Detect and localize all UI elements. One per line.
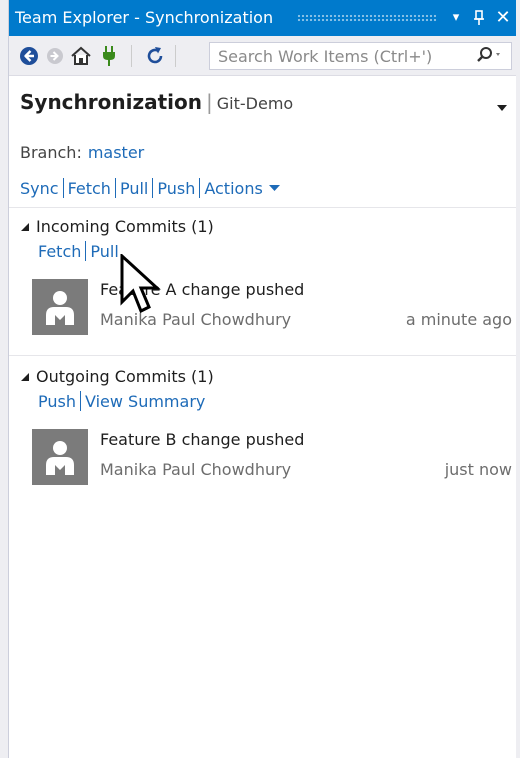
title-bar-grip[interactable]: [297, 14, 437, 22]
incoming-commit-item[interactable]: Feature A change pushed Manika Paul Chow…: [32, 279, 512, 335]
person-icon: [46, 441, 74, 475]
avatar: [32, 279, 88, 335]
divider: [9, 355, 516, 356]
pin-button[interactable]: [469, 0, 489, 36]
outgoing-push-link[interactable]: Push: [38, 392, 76, 411]
incoming-fetch-link[interactable]: Fetch: [38, 242, 81, 261]
home-icon: [71, 46, 91, 65]
back-button[interactable]: [17, 44, 41, 68]
toolbar-separator: [131, 45, 132, 67]
sync-link[interactable]: Sync: [20, 179, 59, 198]
toolbar-separator: [175, 45, 176, 67]
link-separator: [79, 391, 81, 411]
person-icon: [46, 291, 74, 325]
view-summary-link[interactable]: View Summary: [85, 392, 205, 411]
page-title-text: Synchronization: [20, 90, 203, 114]
commit-author: Manika Paul Chowdhury: [100, 460, 292, 479]
back-icon: [20, 47, 38, 65]
repo-name: Git-Demo: [216, 94, 294, 113]
link-separator: [199, 178, 201, 198]
link-separator: [62, 178, 64, 198]
avatar: [32, 429, 88, 485]
chevron-down-icon: [268, 185, 280, 191]
push-link[interactable]: Push: [157, 179, 195, 198]
branch-row: Branch: master: [20, 143, 144, 162]
pin-icon: [474, 10, 484, 25]
link-separator: [152, 178, 154, 198]
connect-icon: [103, 46, 115, 66]
close-button[interactable]: ✕: [492, 0, 514, 36]
commit-author: Manika Paul Chowdhury: [100, 310, 292, 329]
commit-time: a minute ago: [405, 310, 512, 329]
connect-button[interactable]: [97, 44, 121, 68]
window-dropdown-button[interactable]: ▾: [447, 0, 465, 36]
collapse-triangle-icon: [21, 223, 29, 231]
link-separator: [85, 241, 87, 261]
search-input[interactable]: [218, 43, 458, 69]
toolbar: [9, 36, 516, 76]
home-button[interactable]: [69, 44, 93, 68]
sync-actions-bar: Sync Fetch Pull Push Actions: [20, 178, 280, 198]
collapse-triangle-icon: [21, 373, 29, 381]
pull-link[interactable]: Pull: [120, 179, 148, 198]
window-right-edge: [516, 0, 520, 758]
refresh-icon: [147, 47, 163, 64]
fetch-link[interactable]: Fetch: [68, 179, 111, 198]
chevron-down-icon: [497, 105, 507, 111]
forward-button[interactable]: [43, 44, 67, 68]
forward-icon: [47, 48, 63, 64]
page-title-separator: |: [206, 90, 213, 114]
commit-time: just now: [444, 460, 512, 479]
branch-link[interactable]: master: [88, 143, 144, 162]
search-button[interactable]: [475, 46, 505, 70]
branch-label: Branch:: [20, 143, 82, 162]
link-separator: [114, 178, 116, 198]
outgoing-commit-item[interactable]: Feature B change pushed Manika Paul Chow…: [32, 429, 512, 485]
page-title: Synchronization | Git-Demo: [20, 90, 293, 114]
outgoing-commits-title: Outgoing Commits (1): [36, 367, 214, 386]
outgoing-actions: Push View Summary: [38, 391, 205, 411]
incoming-commits-title: Incoming Commits (1): [36, 217, 214, 236]
incoming-commits-header[interactable]: Incoming Commits (1): [20, 217, 214, 236]
window-title: Team Explorer - Synchronization: [15, 8, 274, 27]
page-dropdown-button[interactable]: [496, 97, 508, 116]
window-left-edge: [0, 0, 9, 758]
title-bar: Team Explorer - Synchronization ▾ ✕: [9, 0, 516, 36]
incoming-pull-link[interactable]: Pull: [90, 242, 118, 261]
actions-menu-link[interactable]: Actions: [204, 179, 280, 198]
commit-message: Feature B change pushed: [100, 430, 305, 449]
actions-label: Actions: [204, 179, 263, 198]
incoming-actions: Fetch Pull: [38, 241, 119, 261]
team-explorer-window: Team Explorer - Synchronization ▾ ✕ Sear…: [0, 0, 520, 758]
commit-message: Feature A change pushed: [100, 280, 305, 299]
outgoing-commits-header[interactable]: Outgoing Commits (1): [20, 367, 214, 386]
search-icon: [477, 47, 500, 62]
divider: [9, 207, 516, 208]
search-box[interactable]: [209, 42, 512, 70]
refresh-button[interactable]: [143, 44, 167, 68]
